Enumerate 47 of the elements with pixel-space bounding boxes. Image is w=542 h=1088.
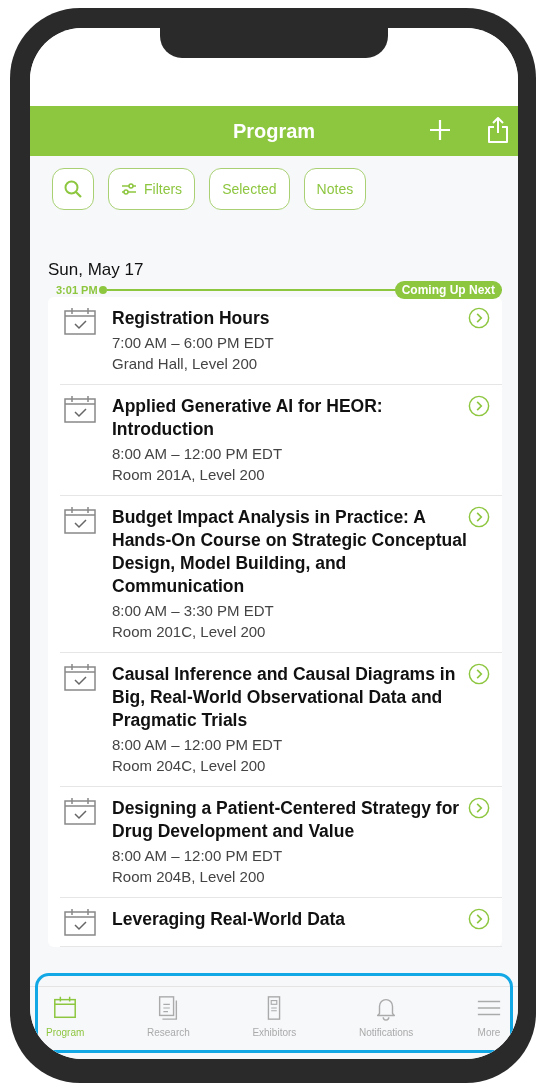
tab-item[interactable]: Notifications bbox=[354, 987, 418, 1051]
session-time: 8:00 AM – 12:00 PM EDT bbox=[112, 735, 284, 755]
coming-up-next-badge: Coming Up Next bbox=[394, 281, 502, 299]
chevron-circle-icon[interactable] bbox=[468, 908, 490, 930]
session-location: Room 204C, Level 200 bbox=[112, 756, 267, 776]
session-title[interactable]: Registration Hours bbox=[112, 307, 468, 330]
tab-item[interactable]: Program bbox=[42, 987, 89, 1051]
filters-button[interactable]: Filters bbox=[108, 168, 196, 210]
session-title[interactable]: Leveraging Real-World Data bbox=[112, 908, 468, 931]
calendar-check-icon[interactable] bbox=[64, 908, 96, 936]
share-icon[interactable] bbox=[486, 116, 510, 144]
session-location: Room 204B, Level 200 bbox=[112, 867, 266, 887]
session-title[interactable]: Causal Inference and Causal Diagrams in Big, Real-World Observational Data and Pragmatic Trials bbox=[112, 663, 468, 732]
date-heading: Sun, May 17 bbox=[48, 260, 145, 280]
calendar-check-icon[interactable] bbox=[64, 506, 96, 534]
session-location: Room 201C, Level 200 bbox=[112, 622, 267, 642]
calendar-check-icon[interactable] bbox=[64, 797, 96, 825]
search-button[interactable] bbox=[52, 168, 94, 210]
filter-button[interactable]: Notes bbox=[303, 168, 367, 210]
plus-icon[interactable] bbox=[428, 118, 452, 142]
session-title[interactable]: Applied Generative AI for HEOR: Introduction bbox=[112, 395, 468, 441]
chevron-circle-icon[interactable] bbox=[468, 506, 490, 528]
filter-button[interactable]: Selected bbox=[209, 168, 290, 210]
chevron-circle-icon[interactable] bbox=[468, 797, 490, 819]
session-title[interactable]: Designing a Patient-Centered Strategy for Drug Development and Value bbox=[112, 797, 468, 843]
calendar-check-icon[interactable] bbox=[64, 395, 96, 423]
calendar-icon bbox=[52, 995, 79, 1021]
session-time: 8:00 AM – 3:30 PM EDT bbox=[112, 601, 275, 621]
session-time: 7:00 AM – 6:00 PM EDT bbox=[112, 333, 275, 353]
tab-item[interactable]: Research bbox=[142, 987, 194, 1051]
session-time: 8:00 AM – 12:00 PM EDT bbox=[112, 846, 284, 866]
chevron-circle-icon[interactable] bbox=[468, 395, 490, 417]
calendar-check-icon[interactable] bbox=[64, 307, 96, 335]
session-location: Room 201A, Level 200 bbox=[112, 465, 266, 485]
calendar-check-icon[interactable] bbox=[64, 663, 96, 691]
session-time: 8:00 AM – 12:00 PM EDT bbox=[112, 444, 284, 464]
current-time-dot bbox=[98, 286, 107, 294]
current-time-label: 3:01 PM bbox=[55, 284, 98, 296]
header-title: Program bbox=[232, 119, 316, 143]
session-location: Grand Hall, Level 200 bbox=[112, 354, 259, 374]
sliders-icon bbox=[121, 183, 137, 195]
session-title[interactable]: Budget Impact Analysis in Practice: A Hands-On Course on Strategic Conceptual Design, Model Building, and Communication bbox=[112, 506, 468, 598]
chevron-circle-icon[interactable] bbox=[468, 663, 490, 685]
chevron-circle-icon[interactable] bbox=[468, 307, 490, 329]
tab-item[interactable]: Exhibitors bbox=[248, 987, 301, 1051]
tab-item[interactable]: More bbox=[472, 987, 506, 1051]
search-icon bbox=[63, 179, 83, 199]
